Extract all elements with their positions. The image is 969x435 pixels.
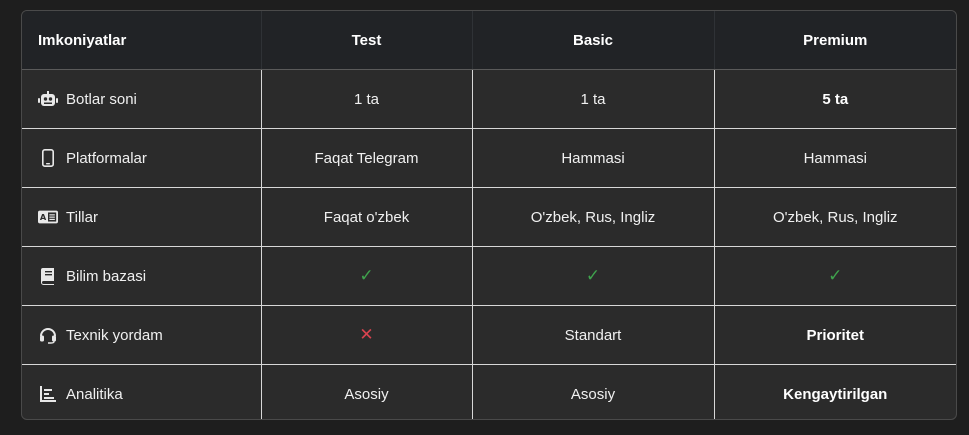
premium-value: O'zbek, Rus, Ingliz	[714, 187, 956, 247]
basic-value: Standart	[472, 305, 715, 365]
chart-icon	[38, 385, 58, 403]
feature-label: Texnik yordam	[66, 326, 163, 344]
header-premium: Premium	[714, 11, 956, 70]
table-row: A Tillar Faqat o'zbek O'zbek, Rus, Ingli…	[22, 187, 956, 247]
robot-icon	[38, 90, 58, 108]
premium-value: Prioritet	[714, 305, 956, 365]
test-value: Faqat o'zbek	[261, 187, 473, 247]
table-row: Botlar soni 1 ta 1 ta 5 ta	[22, 69, 956, 129]
test-check-icon: ✓	[261, 246, 473, 306]
headset-icon	[38, 326, 58, 344]
test-value: 1 ta	[261, 69, 473, 129]
table-row: Bilim bazasi ✓ ✓ ✓	[22, 246, 956, 306]
table-row: Analitika Asosiy Asosiy Kengaytirilgan	[22, 364, 956, 419]
feature-cell: Platformalar	[22, 128, 262, 188]
table-header-row: Imkoniyatlar Test Basic Premium	[22, 11, 956, 70]
feature-label: Platformalar	[66, 149, 147, 167]
feature-cell: Bilim bazasi	[22, 246, 262, 306]
feature-label: Tillar	[66, 208, 98, 226]
header-feature: Imkoniyatlar	[22, 11, 262, 70]
language-icon: A	[38, 208, 58, 226]
mobile-phone-icon	[38, 149, 58, 167]
test-cross-icon: ✕	[261, 305, 473, 365]
feature-label: Analitika	[66, 385, 123, 403]
premium-value: Kengaytirilgan	[783, 385, 888, 403]
svg-text:A: A	[40, 212, 47, 222]
book-icon	[38, 267, 58, 285]
header-basic: Basic	[472, 11, 715, 70]
basic-value: Hammasi	[472, 128, 715, 188]
feature-cell: A Tillar	[22, 187, 262, 247]
pricing-comparison-table: Imkoniyatlar Test Basic Premium Botlar s…	[21, 10, 957, 420]
feature-label: Bilim bazasi	[66, 267, 147, 285]
basic-check-icon: ✓	[472, 246, 715, 306]
test-value: Asosiy	[261, 364, 473, 419]
header-test: Test	[261, 11, 473, 70]
test-value: Faqat Telegram	[261, 128, 473, 188]
premium-value: Hammasi	[714, 128, 956, 188]
feature-cell: Analitika	[22, 364, 262, 419]
basic-value: Asosiy	[472, 364, 715, 419]
feature-label: Botlar soni	[66, 90, 137, 108]
feature-cell: Texnik yordam	[22, 305, 262, 365]
table-row: Platformalar Faqat Telegram Hammasi Hamm…	[22, 128, 956, 188]
basic-value: 1 ta	[472, 69, 715, 129]
feature-cell: Botlar soni	[22, 69, 262, 129]
basic-value: O'zbek, Rus, Ingliz	[472, 187, 715, 247]
table-row: Texnik yordam ✕ Standart Prioritet	[22, 305, 956, 365]
premium-value: 5 ta	[714, 69, 956, 129]
premium-check-icon: ✓	[714, 246, 956, 306]
